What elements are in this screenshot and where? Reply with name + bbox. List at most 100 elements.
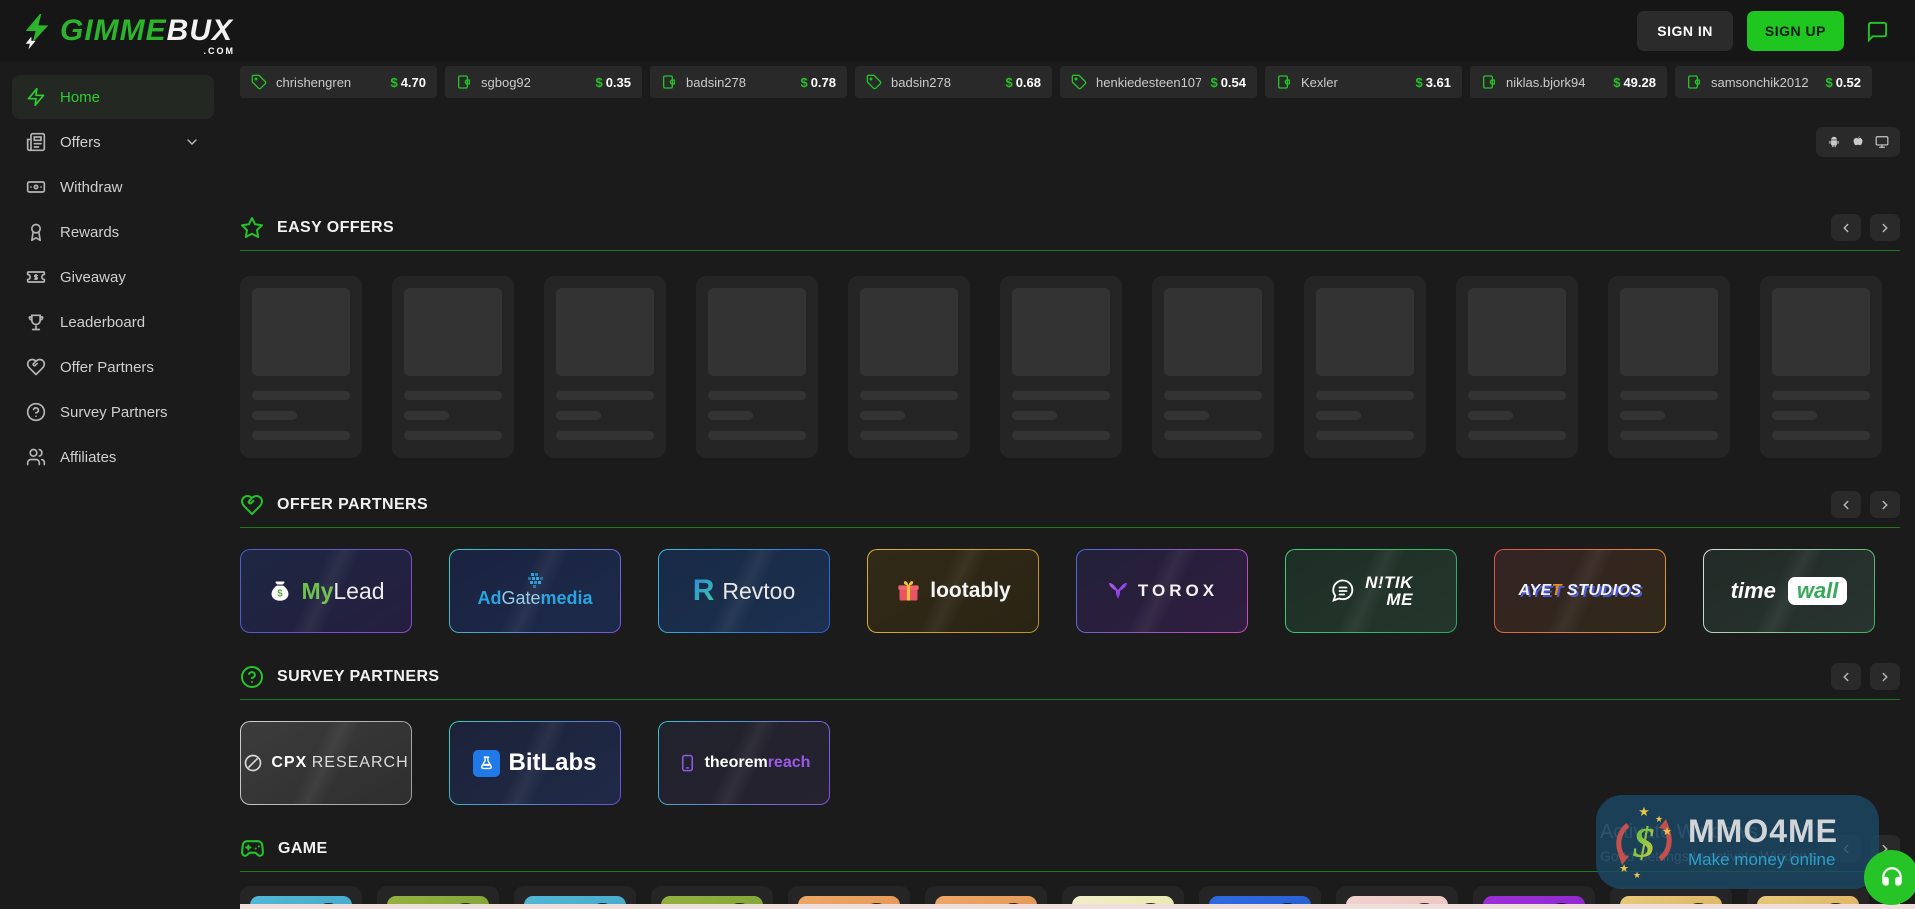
section-easy-offers-header: EASY OFFERS <box>240 214 1900 241</box>
partner-card-adgate-media[interactable]: AdGatemedia <box>449 549 621 633</box>
survey-card-cpx-research[interactable]: CPX RESEARCH <box>240 721 412 805</box>
partner-card-mylead[interactable]: $ MyLead <box>240 549 412 633</box>
sidebar-item-rewards[interactable]: Rewards <box>12 210 214 254</box>
section-divider <box>240 699 1900 700</box>
skeleton-line <box>1012 411 1058 420</box>
wallet-icon <box>1276 74 1292 90</box>
ticker-earning-item[interactable]: niklas.bjork94 $49.28 <box>1470 66 1667 98</box>
skeleton-image <box>708 288 806 376</box>
carousel-next-button[interactable] <box>1870 663 1900 690</box>
ticker-amount-value: 0.78 <box>810 74 836 90</box>
partner-logo-text: theorem <box>704 754 768 771</box>
survey-card-bitlabs[interactable]: BitLabs <box>449 721 621 805</box>
tag-icon <box>866 74 882 90</box>
carousel-prev-button[interactable] <box>1831 663 1861 690</box>
sidebar-item-label: Offer Partners <box>60 358 154 376</box>
sidebar-item-giveaway[interactable]: Giveaway <box>12 255 214 299</box>
svg-text:$: $ <box>1633 821 1655 867</box>
wallet-icon <box>1481 74 1497 90</box>
chat-icon[interactable] <box>1866 20 1889 43</box>
sidebar-item-offer-partners[interactable]: Offer Partners <box>12 345 214 389</box>
partner-logo-text: lootably <box>930 579 1011 602</box>
sign-in-button[interactable]: SIGN IN <box>1637 11 1733 51</box>
skeleton-line <box>1468 431 1566 440</box>
skeleton-line <box>1164 391 1262 400</box>
carousel-next-button[interactable] <box>1870 214 1900 241</box>
ticker-amount: $0.54 <box>1210 75 1246 90</box>
section-title: SURVEY PARTNERS <box>277 667 440 685</box>
gift-icon <box>895 578 922 605</box>
ticker-earning-item[interactable]: sgbog92 $0.35 <box>445 66 642 98</box>
ticker-username: badsin278 <box>891 74 951 90</box>
partner-card-revtoo[interactable]: R Revtoo <box>658 549 830 633</box>
partner-logo-text: Ad <box>477 588 502 609</box>
skeleton-image <box>1620 288 1718 376</box>
partner-logo-text: ME <box>1386 590 1413 609</box>
sidebar-item-home[interactable]: Home <box>12 75 214 119</box>
partner-card-lootably[interactable]: lootably <box>867 549 1039 633</box>
ticker-amount: $0.35 <box>595 75 631 90</box>
skeleton-line <box>252 391 350 400</box>
offer-card-skeleton <box>1760 276 1882 458</box>
ticker-earning-item[interactable]: chrishengren $4.70 <box>240 66 437 98</box>
brand-name-primary: GIMME <box>60 14 167 47</box>
mmo4me-overlay: $ ★ ★ ★ ★ ★ MMO4ME Make money online <box>1596 795 1879 889</box>
section-divider <box>240 527 1900 528</box>
offer-card-skeleton <box>392 276 514 458</box>
sidebar: Home Offers Withdraw Rewards Giveaway Le… <box>0 62 226 909</box>
ticker-earning-item[interactable]: Kexler $3.61 <box>1265 66 1462 98</box>
offer-card-skeleton <box>1000 276 1122 458</box>
chevron-down-icon[interactable] <box>184 134 200 150</box>
sidebar-item-label: Withdraw <box>60 178 123 196</box>
skeleton-line <box>556 391 654 400</box>
sidebar-item-survey-partners[interactable]: Survey Partners <box>12 390 214 434</box>
ticker-earning-item[interactable]: samsonchik2012 $0.52 <box>1675 66 1872 98</box>
partner-logo-text: T <box>1551 582 1562 599</box>
partner-card-notik-me[interactable]: N!TIK ME <box>1285 549 1457 633</box>
brand-logo[interactable]: GIMMEBUX .COM <box>20 12 235 56</box>
partner-card-torox[interactable]: TOROX <box>1076 549 1248 633</box>
desktop-icon <box>1875 135 1889 149</box>
tag-icon <box>1071 74 1087 90</box>
skeleton-line <box>404 411 450 420</box>
carousel-next-button[interactable] <box>1870 491 1900 518</box>
skeleton-image <box>1164 288 1262 376</box>
ticker-earning-item[interactable]: henkiedesteen107 $0.54 <box>1060 66 1257 98</box>
sign-up-button[interactable]: SIGN UP <box>1746 11 1844 51</box>
skeleton-image <box>404 288 502 376</box>
ticker-earning-item[interactable]: badsin278 $0.78 <box>650 66 847 98</box>
medal-icon <box>26 222 46 242</box>
offer-card-skeleton <box>1152 276 1274 458</box>
skeleton-line <box>556 411 602 420</box>
skeleton-line <box>1316 391 1414 400</box>
skeleton-line <box>860 391 958 400</box>
newspaper-icon <box>26 132 46 152</box>
partner-logo-text: N!TIK <box>1365 573 1413 592</box>
partner-card-timewall[interactable]: time wall <box>1703 549 1875 633</box>
sidebar-item-label: Giveaway <box>60 268 126 286</box>
currency-symbol: $ <box>1415 74 1423 90</box>
ticket-dollar-icon <box>26 267 46 287</box>
carousel-prev-button[interactable] <box>1831 214 1861 241</box>
speech-bubble-icon <box>1329 577 1357 605</box>
currency-symbol: $ <box>595 74 603 90</box>
sidebar-item-label: Rewards <box>60 223 120 241</box>
wallet-icon <box>661 74 677 90</box>
currency-symbol: $ <box>1825 74 1833 90</box>
support-chat-button[interactable] <box>1864 850 1915 905</box>
bolt-icon <box>26 87 46 107</box>
sidebar-item-affiliates[interactable]: Affiliates <box>12 435 214 479</box>
sidebar-item-offers[interactable]: Offers <box>12 120 214 164</box>
offer-card-skeleton <box>848 276 970 458</box>
flask-icon <box>473 749 501 777</box>
mmo4me-logo: $ ★ ★ ★ ★ ★ <box>1604 802 1684 882</box>
ticker-username: henkiedesteen107 <box>1096 74 1202 90</box>
partner-card-ayet-studios[interactable]: AYET STUDIOS <box>1494 549 1666 633</box>
ticker-earning-item[interactable]: badsin278 $0.68 <box>855 66 1052 98</box>
survey-card-theoremreach[interactable]: theoremreach <box>658 721 830 805</box>
sidebar-item-leaderboard[interactable]: Leaderboard <box>12 300 214 344</box>
offer-partners-row: $ MyLead AdGatemedia R Revtoo lootably T… <box>240 549 1900 633</box>
sidebar-item-withdraw[interactable]: Withdraw <box>12 165 214 209</box>
skeleton-line <box>1316 411 1362 420</box>
carousel-prev-button[interactable] <box>1831 491 1861 518</box>
